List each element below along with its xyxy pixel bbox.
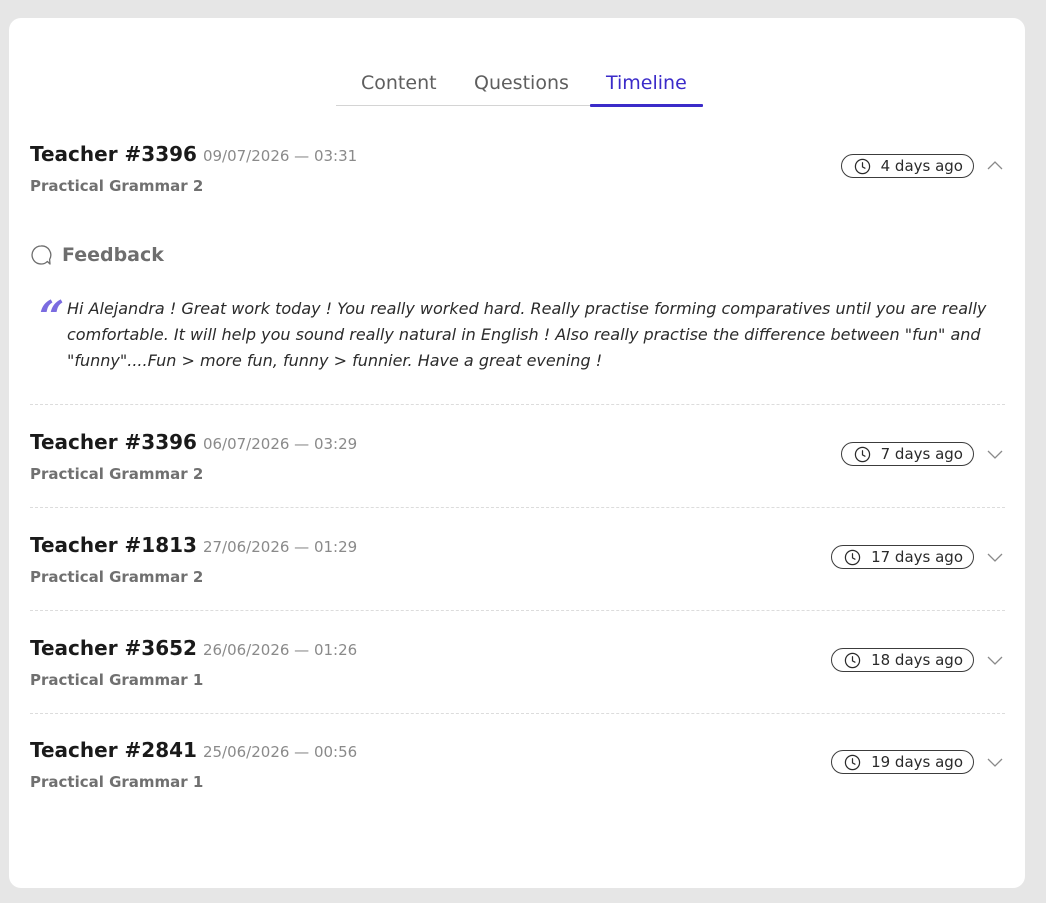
clock-icon [844, 754, 861, 770]
time-ago-badge: 17 days ago [831, 545, 974, 569]
clock-icon [844, 549, 861, 565]
time-ago-badge: 4 days ago [840, 154, 974, 178]
time-ago-text: 19 days ago [871, 753, 963, 771]
clock-icon [854, 446, 870, 462]
entry-date: 25/06/2026 — 00:56 [202, 743, 358, 761]
divider [30, 507, 1005, 508]
entry-header: Teacher #3396 09/07/2026 — 03:31 [30, 142, 357, 166]
course-name: Practical Grammar 1 [30, 671, 204, 689]
chevron-down-icon[interactable] [985, 444, 1005, 464]
divider [30, 610, 1005, 611]
teacher-name: Teacher #3396 [30, 142, 197, 166]
entry-header: Teacher #2841 25/06/2026 — 00:56 [30, 738, 357, 762]
clock-icon [844, 652, 861, 668]
feedback-heading: Feedback [30, 244, 164, 266]
course-name: Practical Grammar 2 [30, 568, 204, 586]
chat-bubble-icon [31, 245, 52, 265]
course-name: Practical Grammar 2 [30, 465, 204, 483]
tab-content[interactable]: Content [361, 72, 437, 106]
entry-date: 06/07/2026 — 03:29 [202, 435, 358, 453]
entry-header: Teacher #3652 26/06/2026 — 01:26 [30, 636, 357, 660]
time-ago-text: 7 days ago [880, 445, 963, 463]
entry-header: Teacher #1813 27/06/2026 — 01:29 [30, 533, 357, 557]
entry-date: 09/07/2026 — 03:31 [202, 147, 358, 165]
teacher-name: Teacher #1813 [30, 533, 197, 557]
teacher-name: Teacher #3652 [30, 636, 197, 660]
timeline-entry[interactable]: Teacher #2841 25/06/2026 — 00:56 Practica… [30, 738, 1005, 798]
divider [30, 404, 1005, 405]
chevron-up-icon[interactable] [985, 156, 1005, 176]
quote-icon: “ [39, 292, 65, 343]
time-ago-text: 4 days ago [880, 157, 963, 175]
chevron-down-icon[interactable] [985, 752, 1005, 772]
timeline-card: Content Questions Timeline Teacher #3396… [9, 18, 1025, 888]
entry-date: 27/06/2026 — 01:29 [202, 538, 358, 556]
teacher-name: Teacher #3396 [30, 430, 197, 454]
time-ago-text: 17 days ago [871, 548, 963, 566]
timeline-entry[interactable]: Teacher #3396 09/07/2026 — 03:31 Practica… [30, 142, 1005, 202]
entry-header: Teacher #3396 06/07/2026 — 03:29 [30, 430, 357, 454]
time-ago-badge: 7 days ago [840, 442, 974, 466]
time-ago-badge: 18 days ago [831, 648, 974, 672]
time-ago-badge: 19 days ago [831, 750, 974, 774]
teacher-name: Teacher #2841 [30, 738, 197, 762]
clock-icon [854, 158, 870, 174]
feedback-label: Feedback [62, 244, 164, 266]
timeline-entry[interactable]: Teacher #1813 27/06/2026 — 01:29 Practica… [30, 533, 1005, 593]
timeline-entry[interactable]: Teacher #3652 26/06/2026 — 01:26 Practica… [30, 636, 1005, 696]
feedback-text: Hi Alejandra ! Great work today ! You re… [67, 299, 987, 370]
chevron-down-icon[interactable] [985, 650, 1005, 670]
tab-questions[interactable]: Questions [474, 72, 569, 106]
tab-bar: Content Questions Timeline [336, 70, 703, 107]
tab-timeline[interactable]: Timeline [590, 72, 703, 107]
time-ago-text: 18 days ago [871, 651, 963, 669]
entry-date: 26/06/2026 — 01:26 [202, 641, 358, 659]
divider [30, 713, 1005, 714]
timeline-entry[interactable]: Teacher #3396 06/07/2026 — 03:29 Practica… [30, 430, 1005, 490]
course-name: Practical Grammar 2 [30, 177, 204, 195]
chevron-down-icon[interactable] [985, 547, 1005, 567]
course-name: Practical Grammar 1 [30, 773, 204, 791]
